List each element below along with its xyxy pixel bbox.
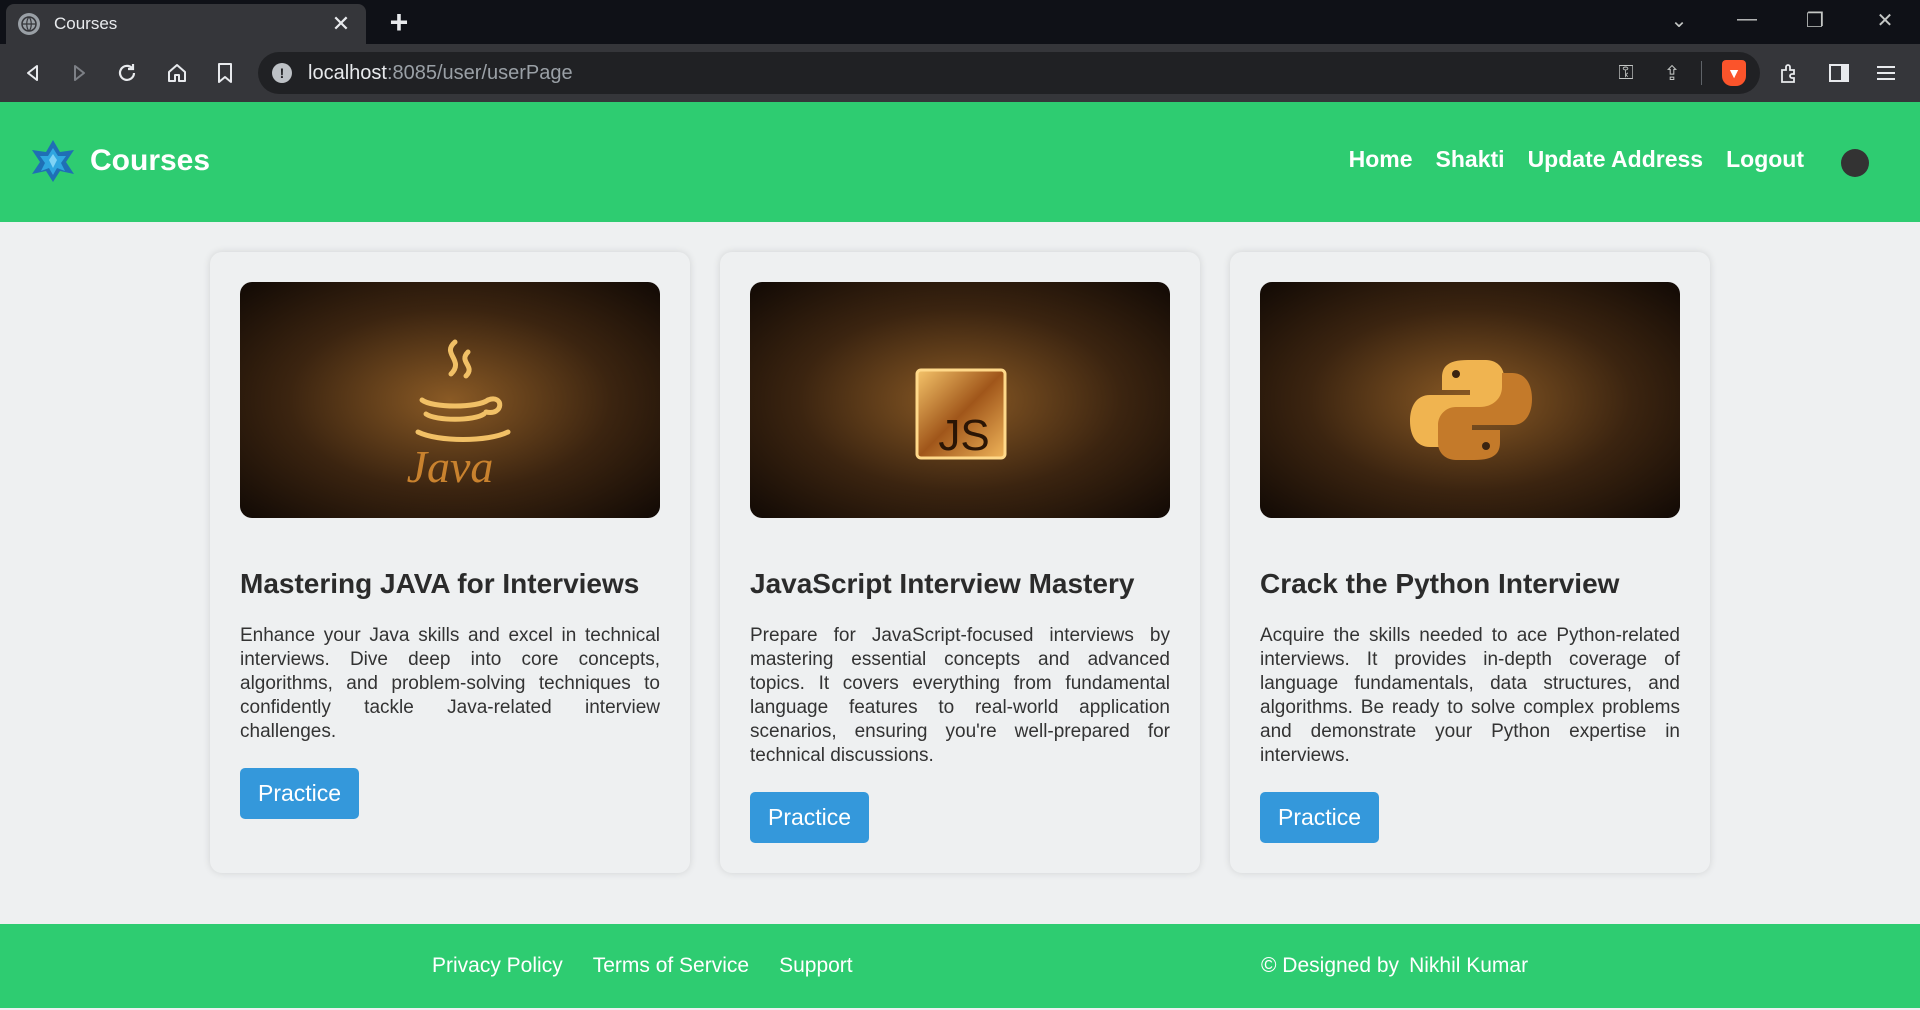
back-icon[interactable] (16, 56, 50, 90)
address-bar-actions: ⚿ ⇪ ▼ (1603, 52, 1760, 94)
brand-name[interactable]: Courses (90, 144, 210, 178)
practice-button-python[interactable]: Practice (1260, 792, 1380, 843)
navbar: Courses Home Shakti Update Address Logou… (0, 102, 1920, 222)
nav-profile-link[interactable]: Shakti (1436, 146, 1505, 173)
url-host: localhost (308, 61, 387, 84)
globe-icon (18, 13, 40, 35)
footer-links: Privacy Policy Terms of Service Support (432, 954, 853, 978)
footer-privacy-link[interactable]: Privacy Policy (432, 954, 563, 978)
tab-title: Courses (54, 14, 118, 33)
java-course-image: Java (240, 282, 660, 518)
forward-icon[interactable] (62, 56, 96, 90)
course-description: Enhance your Java skills and excel in te… (240, 625, 660, 742)
course-title: JavaScript Interview Mastery (750, 568, 1135, 599)
info-icon[interactable]: ! (272, 63, 292, 83)
footer-support-link[interactable]: Support (779, 954, 853, 978)
course-title: Mastering JAVA for Interviews (240, 568, 640, 599)
bookmark-icon[interactable] (208, 56, 242, 90)
nav-logout-link[interactable]: Logout (1726, 146, 1804, 173)
address-bar[interactable]: ! localhost:8085/user/userPage ⚿ ⇪ ▼ (258, 52, 1760, 94)
nav-update-address-link[interactable]: Update Address (1528, 146, 1704, 173)
tab-close-icon[interactable]: ✕ (328, 11, 354, 37)
footer: Privacy Policy Terms of Service Support … (0, 924, 1920, 1008)
theme-toggle-icon[interactable] (1841, 149, 1869, 177)
page-content: Courses Home Shakti Update Address Logou… (0, 102, 1920, 1010)
url-path: :8085/user/userPage (386, 61, 573, 84)
credit-name: Nikhil Kumar (1409, 954, 1529, 977)
reload-icon[interactable] (110, 56, 144, 90)
svg-text:Java: Java (407, 441, 494, 492)
home-icon[interactable] (160, 56, 194, 90)
footer-terms-link[interactable]: Terms of Service (593, 954, 749, 978)
menu-icon[interactable] (1869, 56, 1903, 90)
javascript-course-image: JS (750, 282, 1170, 518)
course-description: Acquire the skills needed to ace Python-… (1260, 625, 1680, 766)
brand-logo-icon[interactable] (30, 138, 76, 184)
course-card-java: Java Mastering JAVA for Interviews Enhan… (210, 252, 690, 873)
extensions-icon[interactable] (1772, 56, 1806, 90)
divider (1701, 61, 1702, 85)
nav-home-link[interactable]: Home (1349, 146, 1413, 173)
new-tab-icon[interactable]: + (384, 6, 414, 38)
browser-tab-bar: Courses ✕ + ⌄ — ❐ ✕ (0, 0, 1920, 44)
browser-toolbar: ! localhost:8085/user/userPage ⚿ ⇪ ▼ (0, 44, 1920, 102)
course-card-python: Crack the Python Interview Acquire the s… (1230, 252, 1710, 873)
footer-credit: © Designed by Nikhil Kumar (1261, 954, 1528, 978)
minimize-icon[interactable]: — (1732, 8, 1762, 31)
course-cards: Java Mastering JAVA for Interviews Enhan… (210, 252, 1710, 873)
practice-button-javascript[interactable]: Practice (750, 792, 870, 843)
key-icon[interactable]: ⚿ (1603, 62, 1649, 85)
credit-prefix: © Designed by (1261, 954, 1400, 977)
share-icon[interactable]: ⇪ (1649, 61, 1695, 86)
restore-icon[interactable]: ❐ (1800, 8, 1830, 33)
tab-search-chevron-icon[interactable]: ⌄ (1664, 8, 1694, 33)
browser-tab[interactable]: Courses ✕ (6, 4, 366, 44)
sidebar-icon[interactable] (1822, 56, 1856, 90)
course-card-javascript: JS JavaScript Interview Mastery Prepare … (720, 252, 1200, 873)
svg-text:JS: JS (938, 411, 989, 460)
practice-button-java[interactable]: Practice (240, 768, 360, 819)
brave-shields-icon[interactable]: ▼ (1722, 60, 1746, 86)
course-description: Prepare for JavaScript-focused interview… (750, 625, 1170, 766)
nav-links: Home Shakti Update Address Logout (1349, 146, 1804, 173)
course-title: Crack the Python Interview (1260, 568, 1620, 599)
window-close-icon[interactable]: ✕ (1870, 8, 1900, 33)
python-course-image (1260, 282, 1680, 518)
